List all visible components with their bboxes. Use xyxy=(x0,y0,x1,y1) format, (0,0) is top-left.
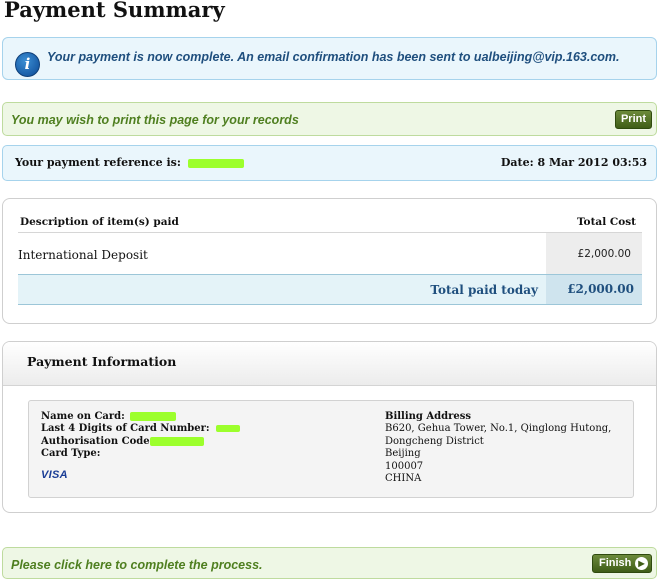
item-cost-cell: £2,000.00 xyxy=(546,233,642,275)
column-header-description: Description of item(s) paid xyxy=(20,216,179,228)
payment-details-box: Name on Card: Last 4 Digits of Card Numb… xyxy=(28,400,634,498)
table-row: International Deposit £2,000.00 xyxy=(18,232,642,275)
billing-address-line: CHINA xyxy=(385,473,422,484)
total-row: Total paid today £2,000.00 xyxy=(18,274,642,305)
column-header-total-cost: Total Cost xyxy=(576,216,636,228)
name-on-card: Name on Card: xyxy=(41,411,177,423)
redacted-authorisation-code xyxy=(149,436,204,446)
card-last-4-label: Last 4 Digits of Card Number: xyxy=(41,423,210,435)
card-last-4-digits: Last 4 Digits of Card Number: xyxy=(41,423,240,435)
print-notice-bar: You may wish to print this page for your… xyxy=(2,102,657,136)
info-message: Your payment is now complete. An email c… xyxy=(47,50,620,64)
payment-date: Date: 8 Mar 2012 03:53 xyxy=(500,156,647,169)
finish-button[interactable]: Finish ▶ xyxy=(592,554,652,573)
billing-address-line: Dongcheng District xyxy=(385,435,484,447)
complete-process-message[interactable]: Please click here to complete the proces… xyxy=(11,558,263,572)
page-title: Payment Summary xyxy=(4,0,225,22)
card-type: Card Type: xyxy=(41,448,100,460)
items-paid-panel: Description of item(s) paid Total Cost I… xyxy=(2,198,657,324)
payment-reference-bar: Your payment reference is: Date: 8 Mar 2… xyxy=(2,145,657,181)
visa-logo-icon: VISA xyxy=(41,469,68,481)
name-on-card-label: Name on Card: xyxy=(41,411,125,422)
item-description: International Deposit xyxy=(18,248,148,262)
item-cost: £2,000.00 xyxy=(577,248,631,260)
print-button[interactable]: Print xyxy=(615,110,652,129)
complete-process-bar: Please click here to complete the proces… xyxy=(2,547,657,579)
print-message: You may wish to print this page for your… xyxy=(11,113,299,127)
total-value: £2,000.00 xyxy=(567,282,634,296)
payment-complete-notice: i Your payment is now complete. An email… xyxy=(2,37,657,80)
total-label: Total paid today xyxy=(430,283,538,297)
authorisation-code-label: Authorisation Code xyxy=(41,435,150,447)
payment-information-panel: Payment Information Name on Card: Last 4… xyxy=(2,341,657,513)
billing-address-heading: Billing Address xyxy=(385,411,472,422)
billing-address-label: Billing Address xyxy=(385,411,471,423)
payment-reference-label: Your payment reference is: xyxy=(15,156,181,169)
redacted-reference-number xyxy=(187,158,244,168)
total-cost-cell: £2,000.00 xyxy=(546,275,642,304)
redacted-name-on-card xyxy=(130,412,177,421)
payment-information-header: Payment Information xyxy=(3,342,656,386)
billing-address-line: Beijing xyxy=(385,448,421,460)
card-type-label: Card Type: xyxy=(41,448,101,460)
billing-address-line: B620, Gehua Tower, No.1, Qinglong Hutong… xyxy=(385,423,612,435)
info-icon: i xyxy=(15,52,40,77)
authorisation-code: Authorisation Code xyxy=(41,436,204,448)
finish-button-label: Finish xyxy=(599,557,632,569)
redacted-card-last-4 xyxy=(215,425,240,433)
payment-reference: Your payment reference is: xyxy=(15,156,244,169)
arrow-right-icon: ▶ xyxy=(635,557,648,570)
payment-information-title: Payment Information xyxy=(27,354,177,369)
billing-address-line: 100007 xyxy=(385,460,424,472)
